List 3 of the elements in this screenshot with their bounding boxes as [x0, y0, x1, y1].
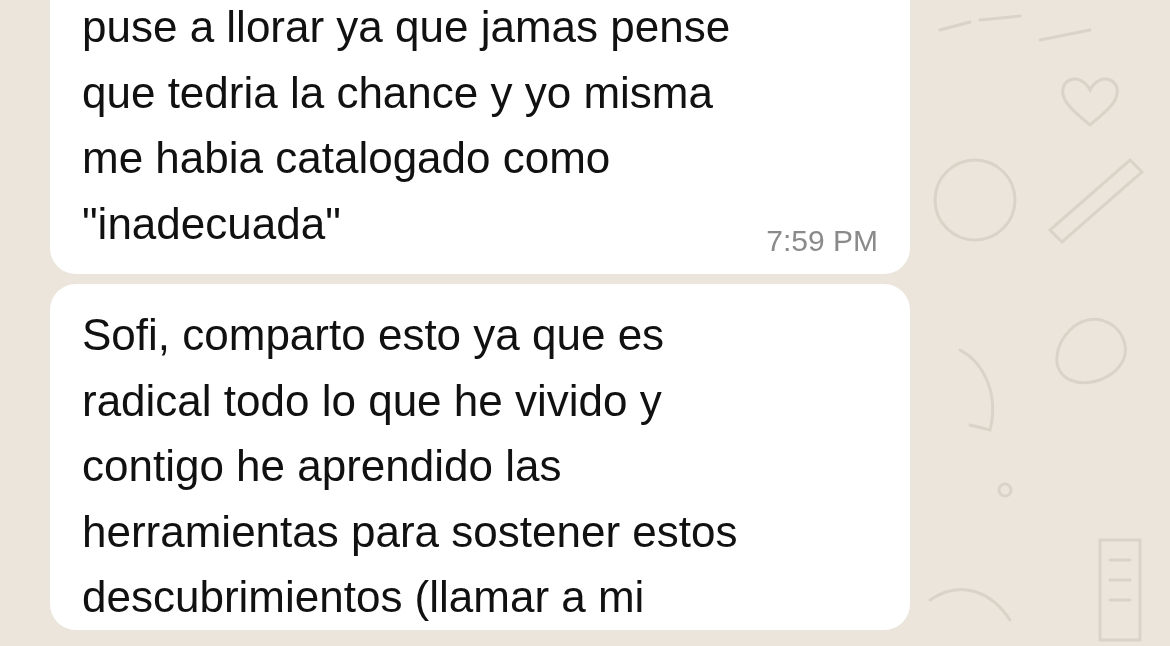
message-text: Sofi, comparto esto ya que es radical todo lo que he vivido y contigo he aprendido las herramientas para sostener estos descubrimientos (llamar a mi [82, 309, 738, 623]
message-text: puse a llorar ya que jamas pense que tedria la chance y yo misma me habia catalogado como "inadecuada" [82, 1, 731, 250]
message-time: 7:59 PM [766, 224, 878, 258]
